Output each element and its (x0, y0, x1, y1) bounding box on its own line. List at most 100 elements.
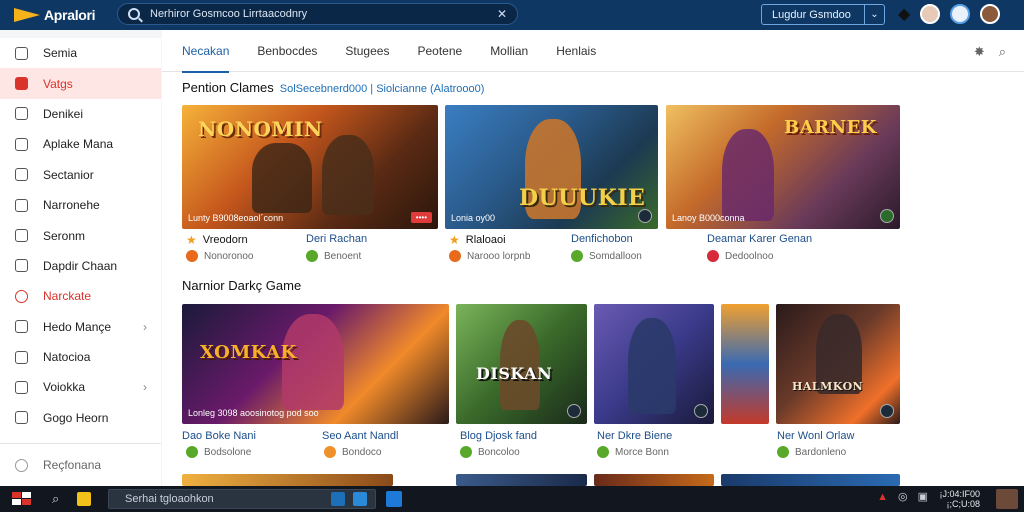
profile-avatar[interactable] (980, 4, 1001, 24)
search-bar[interactable]: ✕ (117, 3, 518, 25)
search-icon[interactable]: ⌕ (52, 491, 59, 507)
game-card-image[interactable]: XOMKAK Lonleg 3098 aoosinotog pod soo (182, 304, 449, 424)
game-card-image[interactable] (721, 304, 769, 424)
sidebar-item[interactable]: Aplake Mana (0, 129, 161, 159)
game-card-image[interactable] (456, 474, 587, 486)
home-icon (15, 46, 28, 60)
tab[interactable]: Henlais (556, 30, 596, 72)
sidebar-item[interactable]: Narronehe (0, 190, 161, 220)
sidebar-item[interactable]: Narckate (0, 281, 161, 311)
game-card-image[interactable]: DUUUKIE Lonia oy00 (445, 105, 658, 229)
network-icon[interactable]: ◎ (898, 490, 908, 503)
sidebar-item[interactable]: Natocioa (0, 342, 161, 372)
sidebar-item[interactable]: Sectanior (0, 160, 161, 190)
card-subtitle: Nonoronoo (204, 250, 254, 262)
sidebar-item[interactable]: Vatgs (0, 68, 161, 99)
app-icon[interactable] (353, 492, 367, 506)
card-subtitle: Bardonleno (795, 446, 847, 458)
card-title[interactable]: Blog Djosk fand (460, 430, 537, 442)
game-card-image[interactable]: DISKAN (456, 304, 587, 424)
volume-icon[interactable]: ▣ (918, 490, 928, 503)
card-meta: Morce Bonn (597, 446, 669, 458)
game-card-image[interactable]: BARNEK Lanoy B000conna (666, 105, 900, 229)
card-meta[interactable]: Ner Dkre Biene (597, 430, 672, 442)
avatar[interactable] (920, 4, 941, 24)
tab[interactable]: Peotene (417, 30, 462, 72)
sidebar-item[interactable]: Hedo Mançe › (0, 312, 161, 342)
sign-in-button[interactable]: Lugdur Gsmdoo ⌄ (761, 4, 885, 25)
start-icon[interactable] (12, 492, 32, 506)
top-bar: Apralori ✕ Lugdur Gsmdoo ⌄ ◆ (0, 0, 1024, 30)
section-title: Pention Clames SolSecebnerd000 | Siolcian… (182, 80, 484, 95)
card-meta[interactable]: Ner Wonl Orlaw (777, 430, 854, 442)
game-card-image[interactable] (721, 474, 900, 486)
card-meta[interactable]: Dao Boke Nani (182, 430, 256, 442)
publisher-icon (449, 250, 461, 262)
game-card-image[interactable]: HALMKON (776, 304, 900, 424)
filter-icon[interactable]: ✸ (974, 44, 985, 60)
game-card-image[interactable] (594, 304, 714, 424)
game-card-image[interactable]: NONOMIN Lunty B9008eoaol´conn •••• (182, 105, 438, 229)
sidebar-item-label: Natocioa (43, 350, 91, 365)
sidebar-item[interactable]: Voiokka › (0, 372, 161, 402)
game-card-image[interactable] (594, 474, 714, 486)
sidebar-item[interactable]: Dapdir Chaan (0, 251, 161, 281)
sidebar-item-label: Voiokka (43, 380, 86, 395)
sidebar-divider (0, 443, 161, 445)
card-badge: •••• (410, 212, 432, 223)
system-tray: ▲ ◎ ▣ (877, 490, 928, 504)
sidebar-footer-label: Reçfonana (43, 458, 102, 473)
card-title[interactable]: Dao Boke Nani (182, 430, 256, 442)
flag-icon[interactable]: ▲ (877, 491, 888, 503)
chevron-down-icon[interactable]: ⌄ (864, 5, 884, 24)
app-logo[interactable]: Apralori (0, 6, 110, 24)
logo-icon (14, 6, 40, 24)
card-title[interactable]: Ner Dkre Biene (597, 430, 672, 442)
apps-icon (15, 137, 28, 151)
voice-search-icon[interactable]: ✕ (497, 7, 507, 21)
notification-icon[interactable]: ◆ (898, 4, 911, 24)
status-icon[interactable] (950, 4, 971, 24)
game-card-image[interactable] (182, 474, 393, 486)
card-title[interactable]: Deamar Karer Genan (707, 233, 812, 245)
tab[interactable]: Stugees (345, 30, 389, 72)
card-caption: Lonleg 3098 aoosinotog pod soo (188, 408, 319, 418)
sidebar-footer-item[interactable]: Reçfonana (0, 450, 161, 480)
view-icon[interactable] (331, 492, 345, 506)
top-icon-group: ◆ (898, 4, 1001, 24)
section-heading: Pention Clames (182, 80, 274, 95)
tab[interactable]: Necakan (182, 30, 230, 73)
card-title[interactable]: Deri Rachan (306, 233, 367, 245)
chevron-right-icon[interactable]: › (143, 320, 147, 334)
sidebar-item[interactable]: Gogo Heorn (0, 403, 161, 433)
card-title[interactable]: Denfichobon (571, 233, 633, 245)
art-figure (722, 129, 774, 221)
card-title[interactable]: Ner Wonl Orlaw (777, 430, 854, 442)
sidebar: Semia Vatgs Denikei Aplake Mana Sectanior Nar… (0, 38, 161, 486)
sidebar-item[interactable]: Denikei (0, 99, 161, 129)
card-meta[interactable]: Deamar Karer Genan (707, 233, 812, 245)
card-meta[interactable]: Deri Rachan (306, 233, 367, 245)
search-input[interactable] (150, 8, 497, 20)
star-icon: ★ (449, 233, 460, 247)
search-icon[interactable]: ⌕ (999, 44, 1006, 60)
card-title[interactable]: Seo Aant Nandl (322, 430, 398, 442)
card-meta[interactable]: Blog Djosk fand (460, 430, 537, 442)
card-meta[interactable]: Seo Aant Nandl (322, 430, 398, 442)
card-badge-icon (567, 404, 581, 418)
files-icon[interactable] (77, 492, 92, 506)
user-avatar[interactable] (996, 489, 1018, 509)
publisher-icon (777, 446, 789, 458)
sidebar-item[interactable]: Semia (0, 38, 161, 68)
app-icon[interactable] (386, 491, 402, 507)
sidebar-item[interactable]: Seronm (0, 220, 161, 250)
taskbar-search[interactable]: Serhai tgloaohkon (108, 489, 376, 509)
card-meta[interactable]: Denfichobon (571, 233, 633, 245)
clock[interactable]: ¡J:04:IF00 ¡;C;U:08 (939, 489, 980, 509)
tab[interactable]: Mollian (490, 30, 528, 72)
publisher-icon (186, 446, 198, 458)
settings-icon (15, 458, 28, 472)
tab[interactable]: Benbocdes (257, 30, 317, 72)
sidebar-item-label: Sectanior (43, 167, 94, 182)
chevron-right-icon[interactable]: › (143, 380, 147, 394)
